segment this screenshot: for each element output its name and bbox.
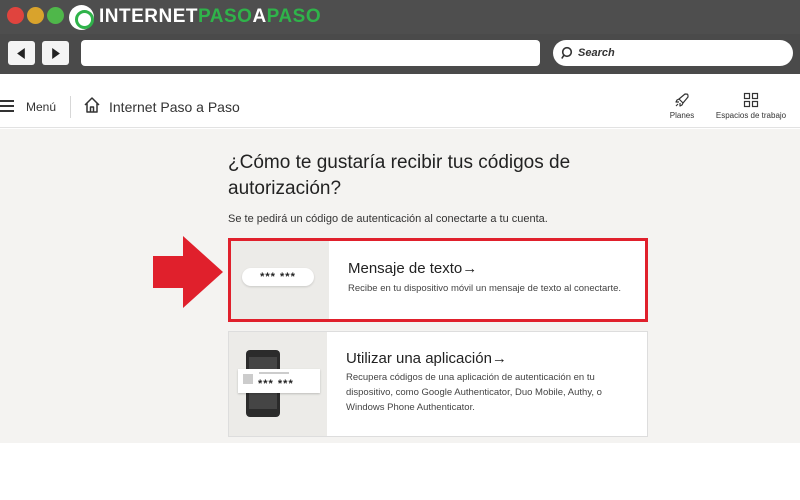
browser-title-bar: INTERNETPASOAPASO — [0, 0, 800, 34]
minimize-window-button[interactable] — [27, 7, 44, 24]
maximize-window-button[interactable] — [47, 7, 64, 24]
grid-icon — [743, 92, 759, 108]
forward-button[interactable] — [42, 41, 69, 65]
back-button[interactable] — [8, 41, 35, 65]
page-title: ¿Cómo te gustaría recibir tus códigos de… — [228, 152, 571, 199]
option-description: Recibe en tu dispositivo móvil un mensaj… — [348, 283, 622, 294]
plans-button[interactable]: Planes — [664, 92, 700, 120]
page-footer-area — [0, 443, 800, 500]
arrow-right-icon — [153, 236, 223, 308]
workspaces-label: Espacios de trabajo — [715, 111, 787, 120]
option-authenticator-app[interactable]: *** *** Utilizar una aplicación→ Recuper… — [228, 331, 648, 437]
search-input[interactable]: Search — [553, 40, 793, 66]
menu-button[interactable]: Menú — [26, 100, 56, 114]
workspaces-button[interactable]: Espacios de trabajo — [710, 92, 792, 120]
logo-part-paso: PASO — [198, 6, 253, 27]
header-divider — [70, 96, 71, 118]
code-mask: *** *** — [258, 378, 294, 390]
workspace-title[interactable]: Internet Paso a Paso — [109, 99, 240, 115]
option-title[interactable]: Mensaje de texto→ — [348, 260, 477, 277]
close-window-button[interactable] — [7, 7, 24, 24]
panel-line — [259, 372, 289, 374]
plans-label: Planes — [669, 111, 695, 120]
arrow-left-icon — [17, 47, 25, 59]
hamburger-menu-icon[interactable] — [0, 100, 14, 112]
search-placeholder: Search — [578, 47, 615, 59]
site-logo-text: INTERNETPASOAPASO — [99, 7, 321, 27]
browser-toolbar: Search — [0, 34, 800, 74]
arrow-right-icon — [52, 47, 60, 59]
code-bubble: *** *** — [242, 268, 314, 286]
site-logo-icon — [69, 5, 94, 30]
sms-illustration: *** *** — [231, 241, 329, 319]
app-header: Menú Internet Paso a Paso Planes Espacio… — [0, 86, 800, 128]
search-icon — [561, 46, 573, 59]
home-icon[interactable] — [83, 96, 101, 114]
app-illustration: *** *** — [229, 332, 327, 436]
rocket-icon — [675, 93, 689, 107]
checkbox-icon — [243, 374, 253, 384]
option-text-message[interactable]: *** *** Mensaje de texto→ Recibe en tu d… — [228, 238, 648, 322]
code-panel: *** *** — [238, 369, 320, 393]
address-bar[interactable] — [81, 40, 540, 66]
option-description: Recupera códigos de una aplicación de au… — [346, 372, 602, 413]
page-subtitle: Se te pedirá un código de autenticación … — [228, 213, 548, 225]
logo-part-paso-2: PASO — [266, 6, 322, 27]
option-title[interactable]: Utilizar una aplicación→ — [346, 350, 507, 367]
logo-part-internet: INTERNET — [99, 6, 198, 27]
logo-part-a: A — [252, 6, 267, 27]
